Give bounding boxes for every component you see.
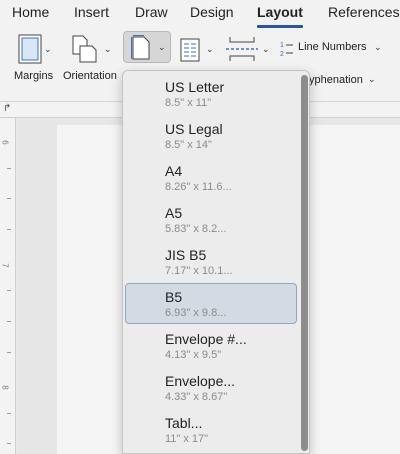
ruler-mark [7, 413, 11, 414]
ruler-tick-label: 6 [0, 140, 10, 145]
tab-design[interactable]: Design [190, 4, 234, 20]
size-option-dimensions: 4.13" x 9.5" [165, 349, 222, 361]
size-option-a5[interactable]: A5 5.83" x 8.2... [125, 199, 297, 240]
size-option-jis-b5[interactable]: JIS B5 7.17" x 10.1... [125, 241, 297, 282]
line-numbers-icon: 1 2 [280, 42, 293, 58]
size-option-us-letter[interactable]: US Letter 8.5" x 11" [125, 73, 297, 114]
size-option-dimensions: 8.5" x 14" [165, 139, 212, 151]
size-option-name: A5 [165, 205, 183, 221]
orientation-chevron-down-icon[interactable]: ⌄ [104, 44, 112, 55]
size-option-name: A4 [165, 163, 183, 179]
tab-insert[interactable]: Insert [74, 4, 109, 20]
page-size-icon [131, 35, 150, 60]
ribbon-tab-bar: Home Insert Draw Design Layout Reference… [0, 0, 400, 28]
orientation-button[interactable] [70, 34, 98, 69]
svg-text:2: 2 [280, 51, 284, 58]
line-numbers-button[interactable]: 1 2 [280, 40, 294, 63]
size-option-b5[interactable]: B5 6.93" x 9.8... [125, 283, 297, 324]
size-option-dimensions: 6.93" x 9.8... [165, 307, 227, 319]
size-option-us-legal[interactable]: US Legal 8.5" x 14" [125, 115, 297, 156]
size-option-dimensions: 7.17" x 10.1... [165, 265, 233, 277]
line-numbers-label[interactable]: Line Numbers [298, 41, 366, 53]
orientation-icon [72, 35, 97, 63]
size-chevron-down-icon[interactable]: ⌄ [158, 42, 166, 53]
ruler-mark [7, 198, 11, 199]
tab-stop-icon[interactable]: ↱ [3, 103, 11, 114]
margins-chevron-down-icon[interactable]: ⌄ [44, 44, 52, 55]
size-option-name: JIS B5 [165, 247, 207, 263]
size-option-dimensions: 8.26" x 11.6... [165, 181, 232, 193]
size-option-dimensions: 4.33" x 8.67" [165, 391, 228, 403]
size-option-dimensions: 8.5" x 11" [165, 97, 212, 109]
tab-home[interactable]: Home [12, 4, 49, 20]
size-option-name: Envelope #... [165, 331, 247, 347]
breaks-icon [226, 37, 258, 61]
size-button[interactable]: ⌄ [123, 31, 171, 63]
columns-button[interactable] [180, 38, 200, 67]
ruler-mark [7, 443, 11, 444]
svg-text:1: 1 [280, 42, 284, 49]
size-option-a4[interactable]: A4 8.26" x 11.6... [125, 157, 297, 198]
hyphenation-label[interactable]: yphenation [309, 74, 363, 86]
size-option-dimensions: 11" x 17" [165, 433, 209, 445]
ruler-mark [7, 321, 11, 322]
menu-scrollbar[interactable] [301, 75, 308, 451]
tab-references[interactable]: References [328, 4, 400, 20]
size-option-dimensions: 5.83" x 8.2... [165, 223, 227, 235]
size-option-envelope-10[interactable]: Envelope #... 4.13" x 9.5" [125, 325, 297, 366]
orientation-label[interactable]: Orientation [63, 70, 117, 82]
breaks-button[interactable] [226, 36, 258, 67]
size-option-name: US Letter [165, 79, 225, 95]
margins-label[interactable]: Margins [14, 70, 53, 82]
ruler-mark [7, 352, 11, 353]
vertical-ruler: 6 7 8 [0, 118, 16, 454]
size-option-name: B5 [165, 289, 183, 305]
tab-layout[interactable]: Layout [257, 4, 303, 28]
size-option-name: Tabl... [165, 415, 203, 431]
line-numbers-chevron-down-icon[interactable]: ⌄ [374, 42, 382, 53]
size-option-name: Envelope... [165, 373, 236, 389]
size-option-envelope-choukei[interactable]: Envelope... 4.33" x 8.67" [125, 367, 297, 408]
size-option-name: US Legal [165, 121, 223, 137]
ruler-mark [7, 290, 11, 291]
ruler-tick-label: 7 [0, 263, 10, 268]
page-size-menu: US Letter 8.5" x 11" US Legal 8.5" x 14"… [122, 70, 310, 454]
ruler-mark [7, 229, 11, 230]
size-option-tabloid[interactable]: Tabl... 11" x 17" [125, 409, 297, 450]
tab-draw[interactable]: Draw [135, 4, 168, 20]
margins-button[interactable] [18, 34, 42, 69]
ruler-tick-label: 8 [0, 385, 10, 390]
columns-icon [180, 38, 200, 62]
columns-chevron-down-icon[interactable]: ⌄ [206, 44, 214, 55]
ruler-mark [7, 168, 11, 169]
hyphenation-chevron-down-icon[interactable]: ⌄ [368, 74, 376, 85]
margins-icon [18, 34, 42, 64]
breaks-chevron-down-icon[interactable]: ⌄ [262, 44, 270, 55]
